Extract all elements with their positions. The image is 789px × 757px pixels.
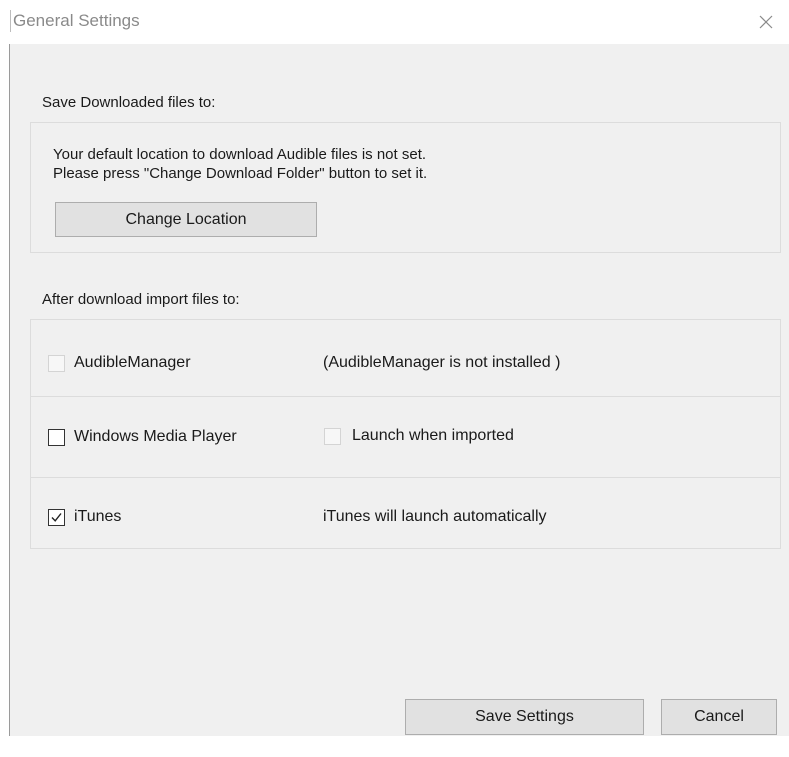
close-icon: [759, 15, 773, 29]
launch-when-imported-label: Launch when imported: [352, 427, 514, 444]
audiblemanager-status-note: (AudibleManager is not installed ): [323, 354, 561, 371]
audiblemanager-label: AudibleManager: [74, 354, 191, 371]
title-bar: General Settings: [0, 0, 789, 44]
import-section-label: After download import files to:: [42, 291, 240, 308]
save-settings-button[interactable]: Save Settings: [405, 699, 644, 735]
row-divider: [31, 477, 780, 478]
general-settings-dialog: General Settings Save Downloaded files t…: [0, 0, 789, 757]
dialog-content: Save Downloaded files to: Your default l…: [10, 44, 789, 736]
download-location-group: Your default location to download Audibl…: [30, 122, 781, 253]
row-divider: [31, 396, 780, 397]
close-button[interactable]: [743, 0, 789, 44]
change-location-button[interactable]: Change Location: [55, 202, 317, 237]
cancel-button[interactable]: Cancel: [661, 699, 777, 735]
download-section-label: Save Downloaded files to:: [42, 94, 216, 111]
itunes-checkbox[interactable]: [48, 509, 65, 526]
window-title: General Settings: [13, 11, 140, 30]
title-edge-mark: [10, 10, 11, 32]
audiblemanager-checkbox[interactable]: [48, 355, 65, 372]
import-targets-group: AudibleManager (AudibleManager is not in…: [30, 319, 781, 549]
itunes-label: iTunes: [74, 508, 122, 525]
download-message-line1: Your default location to download Audibl…: [53, 146, 427, 163]
windows-media-player-label: Windows Media Player: [74, 428, 237, 445]
itunes-status-note: iTunes will launch automatically: [323, 508, 547, 525]
launch-when-imported-checkbox[interactable]: [324, 428, 341, 445]
download-message-line2: Please press "Change Download Folder" bu…: [53, 165, 428, 182]
windows-media-player-checkbox[interactable]: [48, 429, 65, 446]
